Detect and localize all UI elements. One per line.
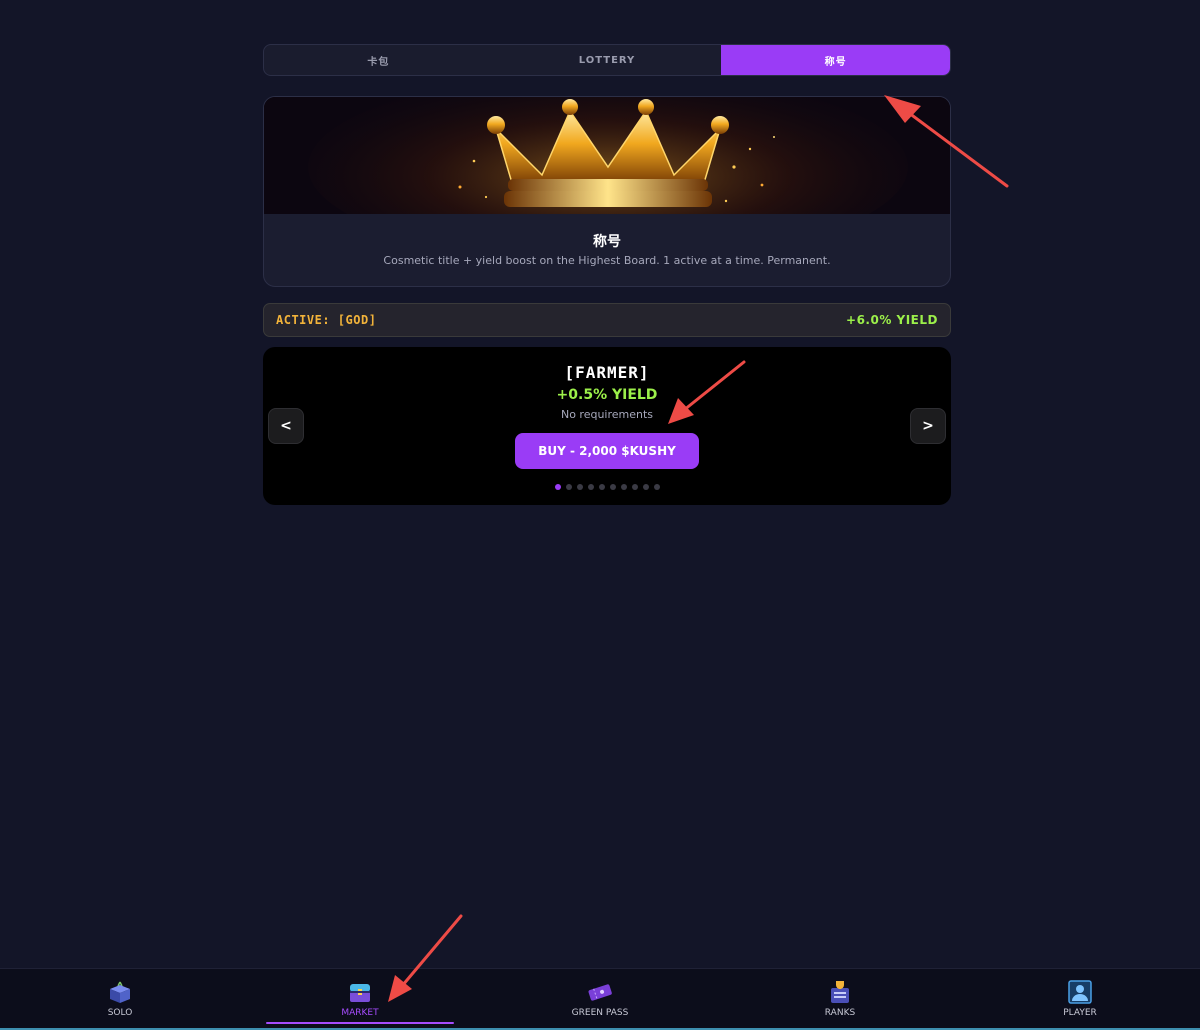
nav-player-label: PLAYER xyxy=(1063,1007,1097,1018)
carousel-dot[interactable] xyxy=(609,484,616,490)
nav-ranks-label: RANKS xyxy=(824,1007,856,1018)
tab-card-packs[interactable]: 卡包 xyxy=(264,45,493,75)
nav-green-pass-label: GREEN PASS xyxy=(571,1007,629,1018)
title-requirement: No requirements xyxy=(560,408,654,421)
nav-market-label: MARKET xyxy=(341,1007,379,1018)
player-icon xyxy=(1068,979,1092,1004)
nav-green-pass[interactable]: GREEN PASS xyxy=(480,969,720,1028)
nav-active-indicator xyxy=(266,1022,454,1024)
carousel-dot[interactable] xyxy=(631,484,638,490)
ticket-icon xyxy=(588,983,612,1001)
active-title-label: ACTIVE: [GOD] xyxy=(276,313,377,327)
carousel-dot[interactable] xyxy=(554,484,561,490)
carousel-pagination xyxy=(263,484,951,490)
active-title-yield: +6.0% YIELD xyxy=(846,313,938,327)
market-panel: 卡包 LOTTERY 称号 称号 Cosmetic title + yield … xyxy=(263,44,951,505)
market-tabs: 卡包 LOTTERY 称号 xyxy=(263,44,951,76)
bottom-navigation: SOLO MARKET GREEN PASS RANKS PLAYER xyxy=(0,968,1200,1030)
box-icon xyxy=(110,981,130,1003)
title-carousel: < > [FARMER] +0.5% YIELD No requirements… xyxy=(263,347,951,505)
nav-player[interactable]: PLAYER xyxy=(960,969,1200,1028)
titles-hero-card: 称号 Cosmetic title + yield boost on the H… xyxy=(263,96,951,287)
carousel-dot[interactable] xyxy=(565,484,572,490)
crown-illustration xyxy=(264,97,950,214)
chest-icon xyxy=(350,983,370,1002)
title-name: [FARMER] xyxy=(564,363,650,382)
crown-banner-image xyxy=(264,97,950,214)
hero-description: Cosmetic title + yield boost on the High… xyxy=(383,254,831,267)
nav-solo[interactable]: SOLO xyxy=(0,969,240,1028)
carousel-dot[interactable] xyxy=(576,484,583,490)
nav-solo-label: SOLO xyxy=(107,1007,133,1018)
carousel-prev-button[interactable]: < xyxy=(268,408,304,444)
nav-market[interactable]: MARKET xyxy=(240,969,480,1028)
carousel-dot[interactable] xyxy=(587,484,594,490)
tab-lottery[interactable]: LOTTERY xyxy=(493,45,722,75)
hero-title: 称号 xyxy=(593,234,621,250)
carousel-next-button[interactable]: > xyxy=(910,408,946,444)
nav-ranks[interactable]: RANKS xyxy=(720,969,960,1028)
trophy-board-icon xyxy=(831,980,849,1003)
active-title-bar: ACTIVE: [GOD] +6.0% YIELD xyxy=(263,303,951,337)
title-yield: +0.5% YIELD xyxy=(556,387,658,403)
carousel-dot[interactable] xyxy=(642,484,649,490)
carousel-dot[interactable] xyxy=(598,484,605,490)
buy-title-button[interactable]: BUY - 2,000 $KUSHY xyxy=(515,433,699,469)
carousel-dot[interactable] xyxy=(620,484,627,490)
carousel-dot[interactable] xyxy=(653,484,660,490)
tab-titles[interactable]: 称号 xyxy=(721,45,950,75)
